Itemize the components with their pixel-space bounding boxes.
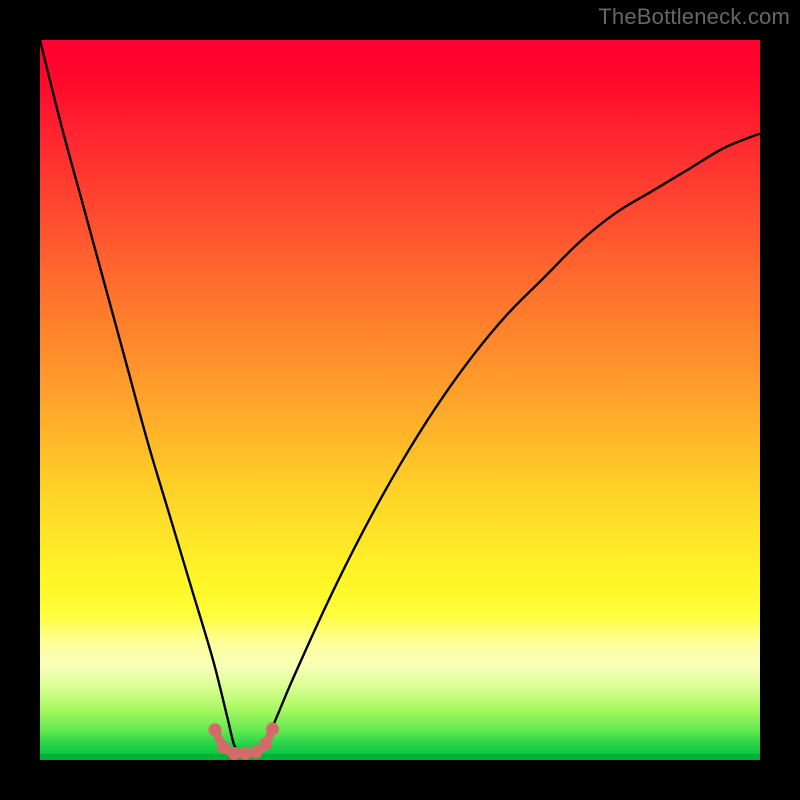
curve-layer [40,40,760,760]
valley-dot [217,741,230,754]
valley-dot [259,738,272,751]
chart-frame: TheBottleneck.com [0,0,800,800]
watermark-text: TheBottleneck.com [598,4,790,30]
valley-dot [266,723,279,736]
bottleneck-curve [40,40,760,755]
valley-dot [208,723,221,736]
plot-area [40,40,760,760]
